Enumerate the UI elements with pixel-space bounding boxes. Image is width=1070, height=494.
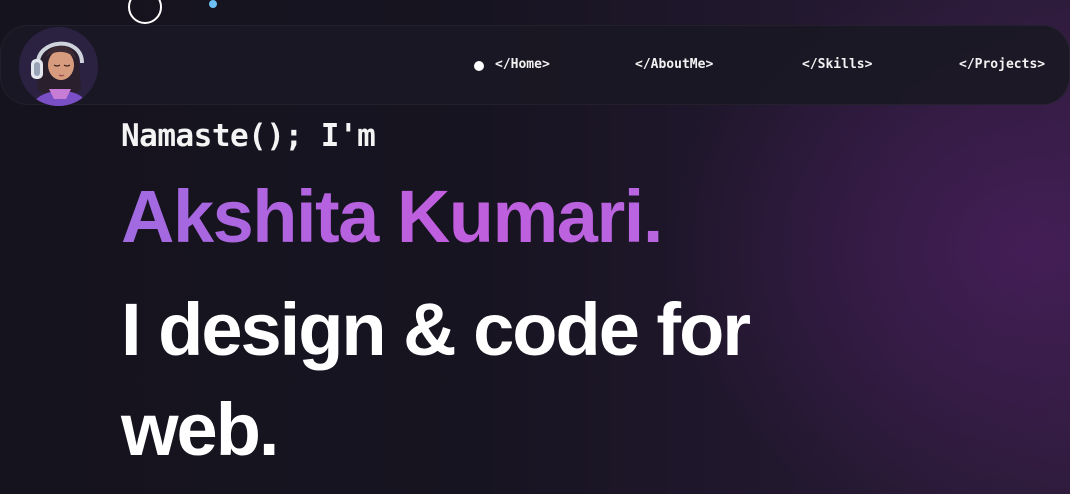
hero-tagline-line1: I design & code for [121, 288, 751, 371]
nav-item-skills[interactable]: </Skills> [802, 57, 872, 72]
hero-name: Akshita Kumari. [121, 172, 663, 262]
nav-item-home[interactable]: </Home> [495, 57, 550, 72]
decorative-dot [209, 0, 217, 8]
nav-item-projects[interactable]: </Projects> [959, 57, 1045, 72]
hero-greeting: Namaste(); I'm [121, 118, 376, 154]
hero-tagline-line2: web. [121, 388, 279, 471]
hero-tagline: I design & code for web. [121, 280, 881, 480]
decorative-ring [128, 0, 162, 24]
nav-item-aboutme[interactable]: </AboutMe> [635, 57, 713, 72]
nav-list: </Home> </AboutMe> </Skills> </Projects> [1, 26, 1069, 106]
active-nav-dot-icon [474, 61, 484, 71]
navbar: </Home> </AboutMe> </Skills> </Projects> [0, 25, 1070, 106]
